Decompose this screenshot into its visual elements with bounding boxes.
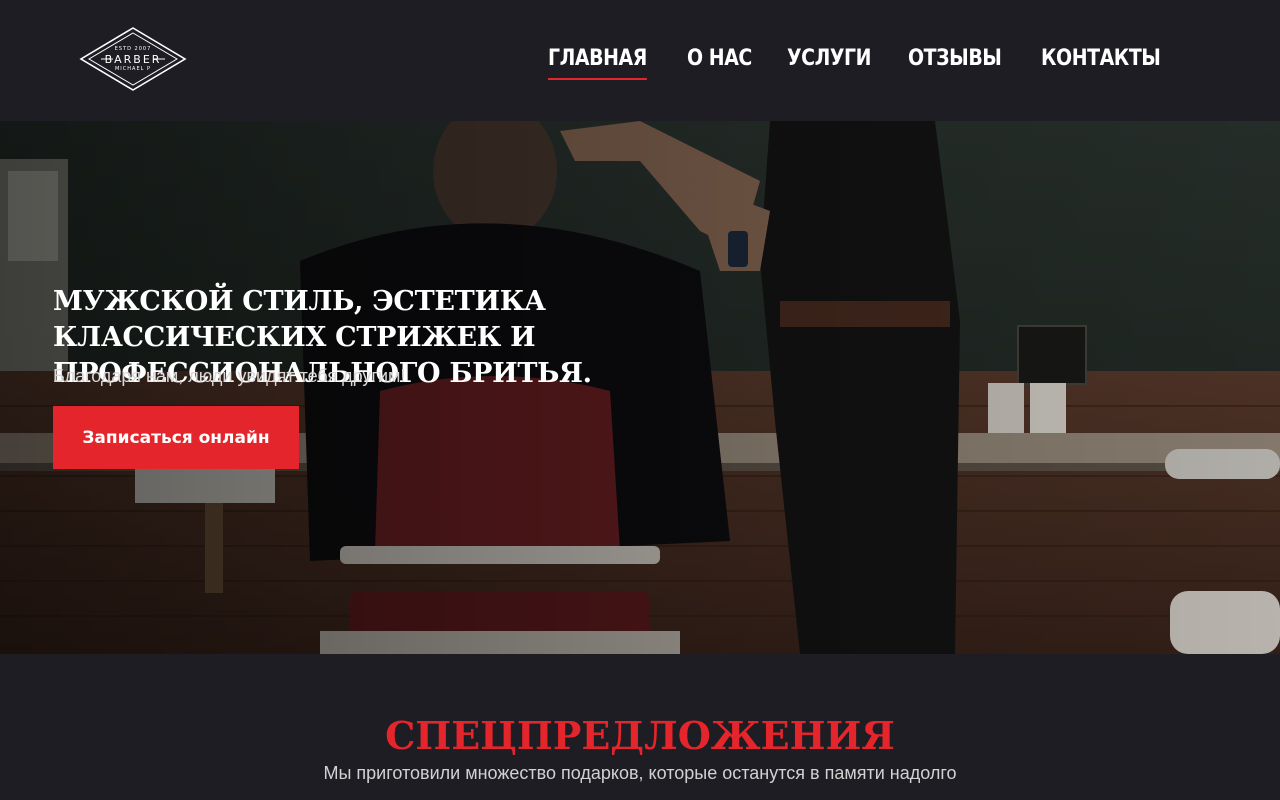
site-header: ESTD 2007 BARBER MICHAEL P ГЛАВНАЯ О НАС… (0, 0, 1280, 121)
barber-logo-icon[interactable]: ESTD 2007 BARBER MICHAEL P (79, 26, 187, 92)
nav-link-reviews[interactable]: ОТЗЫВЫ (908, 44, 1002, 80)
main-nav: ГЛАВНАЯ О НАС УСЛУГИ ОТЗЫВЫ КОНТАКТЫ (548, 44, 1180, 80)
special-offers-section: СПЕЦПРЕДЛОЖЕНИЯ Мы приготовили множество… (0, 654, 1280, 800)
nav-link-home[interactable]: ГЛАВНАЯ (548, 44, 647, 80)
offers-title: СПЕЦПРЕДЛОЖЕНИЯ (385, 713, 895, 758)
logo-top-text: ESTD 2007 (114, 45, 152, 52)
nav-link-about[interactable]: О НАС (687, 44, 752, 80)
logo-main-text: BARBER (104, 52, 162, 66)
book-online-button[interactable]: Записаться онлайн (53, 406, 299, 469)
logo-bottom-text: MICHAEL P (114, 65, 151, 72)
hero-subtitle: Благодаря нам, люди увидят тебя другим! (53, 366, 406, 386)
nav-link-contacts[interactable]: КОНТАКТЫ (1041, 44, 1161, 80)
nav-link-services[interactable]: УСЛУГИ (787, 44, 872, 80)
offers-subtitle: Мы приготовили множество подарков, котор… (323, 763, 957, 783)
hero-section: МУЖСКОЙ СТИЛЬ, ЭСТЕТИКА КЛАССИЧЕСКИХ СТР… (0, 121, 1280, 654)
